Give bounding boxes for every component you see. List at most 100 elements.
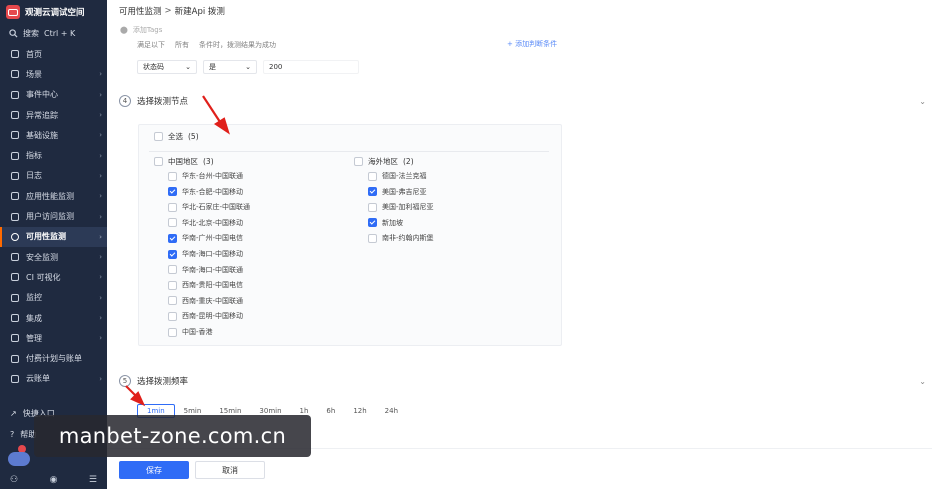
chevron-right-icon: › <box>99 212 102 221</box>
frequency-option[interactable]: 12h <box>344 404 375 418</box>
workspace-switcher[interactable]: 观测云调试空间 <box>6 5 85 19</box>
chevron-right-icon: › <box>99 253 102 262</box>
avatar[interactable] <box>8 452 30 466</box>
sidebar-item-7[interactable]: 应用性能监测 › <box>0 186 107 206</box>
select-all-checkbox[interactable]: 全选 (5) <box>154 131 199 142</box>
checkbox-icon <box>368 187 377 197</box>
rule-field-select[interactable]: 状态码 ⌄ <box>137 60 197 74</box>
sidebar-item-10[interactable]: 安全监测 › <box>0 247 107 267</box>
sidebar-item-8[interactable]: 用户访问监测 › <box>0 206 107 226</box>
node-label: 华北-石家庄-中国联通 <box>182 203 251 212</box>
node-checkbox[interactable]: 美国-弗吉尼亚 <box>368 187 427 197</box>
sidebar-item-label: 管理 <box>26 333 42 343</box>
rule-operator-select[interactable]: 是 ⌄ <box>203 60 257 74</box>
search-button[interactable]: 搜索 Ctrl + K <box>9 28 75 39</box>
frequency-option[interactable]: 6h <box>317 404 344 418</box>
node-checkbox[interactable]: 中国-香港 <box>168 327 213 337</box>
sidebar-nav: 首页 场景 › 事件中心 › 异常追踪 › 基础设施 › 指标 › 日志 › 应用性能监测 › 用户访问监测 ›… <box>0 44 107 389</box>
node-checkbox[interactable]: 西南-昆明-中国移动 <box>168 311 243 321</box>
node-checkbox[interactable]: 华北-石家庄-中国联通 <box>168 202 250 212</box>
breadcrumb-separator: > <box>164 6 172 16</box>
select-all-label: 全选 <box>168 132 183 141</box>
region-overseas-count: (2) <box>403 157 414 166</box>
select-all-count: (5) <box>188 132 199 141</box>
chat-icon[interactable]: ◉ <box>50 475 58 485</box>
sidebar-item-14[interactable]: 管理 › <box>0 328 107 348</box>
logo-icon <box>6 5 20 19</box>
node-label: 华东-合肥-中国移动 <box>182 187 244 196</box>
step-title: 选择拨测节点 <box>137 97 189 107</box>
node-label: 华南-海口-中国移动 <box>182 250 244 258</box>
node-checkbox[interactable]: 新加坡 <box>368 218 403 228</box>
sidebar-item-15[interactable]: 付费计划与账单 <box>0 348 107 368</box>
sidebar-item-9[interactable]: 可用性监测 › <box>0 226 107 248</box>
sidebar-item-5[interactable]: 指标 › <box>0 145 107 165</box>
region-china-checkbox[interactable]: 中国地区 (3) <box>154 156 214 167</box>
chevron-right-icon: › <box>99 334 102 343</box>
tag-input[interactable]: ⬤ 添加Tags <box>120 25 162 35</box>
sidebar-item-4[interactable]: 基础设施 › <box>0 125 107 145</box>
workspace-name: 观测云调试空间 <box>25 8 85 18</box>
condition-mode-select[interactable]: 所有 <box>175 40 189 50</box>
node-checkbox[interactable]: 华南-广州-中国电信 <box>168 233 243 243</box>
step-number: 5 <box>119 375 131 387</box>
node-checkbox[interactable]: 华南-海口-中国移动 <box>168 249 243 259</box>
sidebar-item-11[interactable]: CI 可视化 › <box>0 267 107 287</box>
apm-icon <box>10 191 20 201</box>
sidebar-item-label: 场景 <box>26 69 42 79</box>
sidebar-item-16[interactable]: 云账单 › <box>0 369 107 389</box>
sidebar-item-6[interactable]: 日志 › <box>0 166 107 186</box>
collapse-icon[interactable]: ⌄ <box>919 97 926 106</box>
node-checkbox[interactable]: 华南-海口-中国联通 <box>168 265 243 275</box>
sidebar-item-0[interactable]: 首页 <box>0 44 107 64</box>
frequency-option[interactable]: 24h <box>376 404 407 418</box>
cancel-button[interactable]: 取消 <box>195 461 265 479</box>
user-icon[interactable]: ⚇ <box>10 475 18 485</box>
sidebar-footer: ⚇ ◉ ☰ <box>0 471 107 489</box>
rule-value-input[interactable]: 200 <box>263 60 359 74</box>
checkbox-icon <box>368 171 377 181</box>
breadcrumb-parent[interactable]: 可用性监测 <box>119 5 162 17</box>
node-checkbox[interactable]: 西南-重庆-中国联通 <box>168 296 243 306</box>
condition-row: 满足以下 所有 条件时，拨测结果为成功 <box>137 40 276 50</box>
node-checkbox[interactable]: 南非-约翰内斯堡 <box>368 233 434 243</box>
sidebar-item-1[interactable]: 场景 › <box>0 64 107 84</box>
region-china-count: (3) <box>203 157 214 166</box>
monitor-icon <box>10 293 20 303</box>
checkbox-icon <box>368 233 377 243</box>
region-overseas-checkbox[interactable]: 海外地区 (2) <box>354 156 414 167</box>
node-checkbox[interactable]: 华北-北京-中国移动 <box>168 218 243 228</box>
event-icon <box>10 90 20 100</box>
node-checkbox[interactable]: 华东-合肥-中国移动 <box>168 187 243 197</box>
rum-icon <box>10 212 20 222</box>
sidebar-item-3[interactable]: 异常追踪 › <box>0 105 107 125</box>
breadcrumb: 可用性监测 > 新建Api 拨测 <box>107 0 932 22</box>
billing-icon <box>10 354 20 364</box>
node-label: 南非-约翰内斯堡 <box>382 234 434 243</box>
node-label: 中国-香港 <box>182 328 213 336</box>
collapse-sidebar-icon[interactable]: ☰ <box>89 475 97 485</box>
tag-placeholder: 添加Tags <box>132 26 163 34</box>
sidebar-item-13[interactable]: 集成 › <box>0 308 107 328</box>
link-icon: ↗ <box>10 409 17 418</box>
node-checkbox[interactable]: 德国-法兰克福 <box>368 171 427 181</box>
sidebar-item-label: 可用性监测 <box>26 232 66 242</box>
chevron-right-icon: › <box>99 314 102 322</box>
collapse-icon[interactable]: ⌄ <box>919 377 926 386</box>
chevron-right-icon: › <box>99 232 102 241</box>
node-checkbox[interactable]: 华东-台州-中国联通 <box>168 171 243 181</box>
sidebar-item-label: CI 可视化 <box>26 272 61 282</box>
node-checkbox[interactable]: 美国-加利福尼亚 <box>368 202 434 212</box>
checkbox-icon <box>368 202 377 212</box>
chevron-right-icon: › <box>99 111 102 120</box>
node-checkbox[interactable]: 西南-贵阳-中国电信 <box>168 280 243 290</box>
rule-value: 200 <box>269 63 283 71</box>
add-condition-link[interactable]: + 添加判断条件 <box>507 39 557 49</box>
search-icon <box>9 29 18 38</box>
metric-icon <box>10 151 20 161</box>
checkbox-icon <box>168 280 177 290</box>
help-button[interactable]: ? 帮助 <box>10 429 36 440</box>
sidebar-item-12[interactable]: 监控 › <box>0 288 107 308</box>
sidebar-item-2[interactable]: 事件中心 › <box>0 85 107 105</box>
save-button[interactable]: 保存 <box>119 461 189 479</box>
